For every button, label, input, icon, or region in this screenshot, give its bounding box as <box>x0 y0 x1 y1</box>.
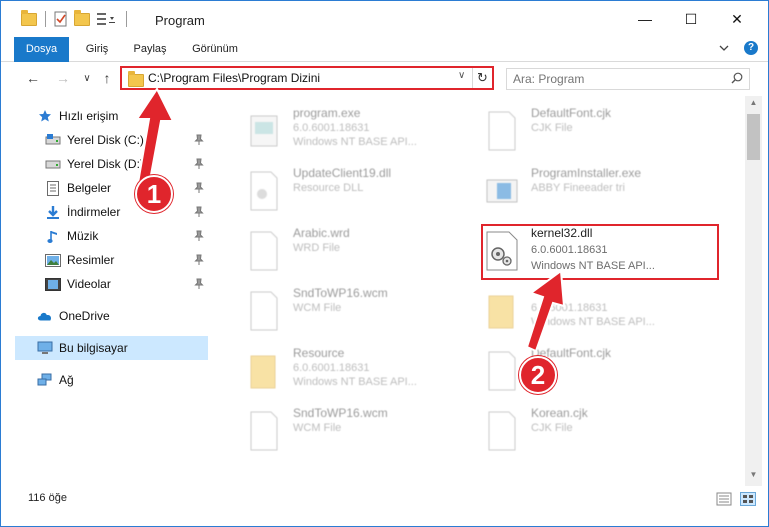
arrow-2 <box>525 269 566 353</box>
callout-marker-1: 1 <box>135 175 173 213</box>
callout-marker-2: 2 <box>519 356 557 394</box>
explorer-window: Program — ☐ ✕ Dosya Giriş Paylaş Görünüm… <box>0 0 769 527</box>
callout-arrows <box>135 87 566 353</box>
